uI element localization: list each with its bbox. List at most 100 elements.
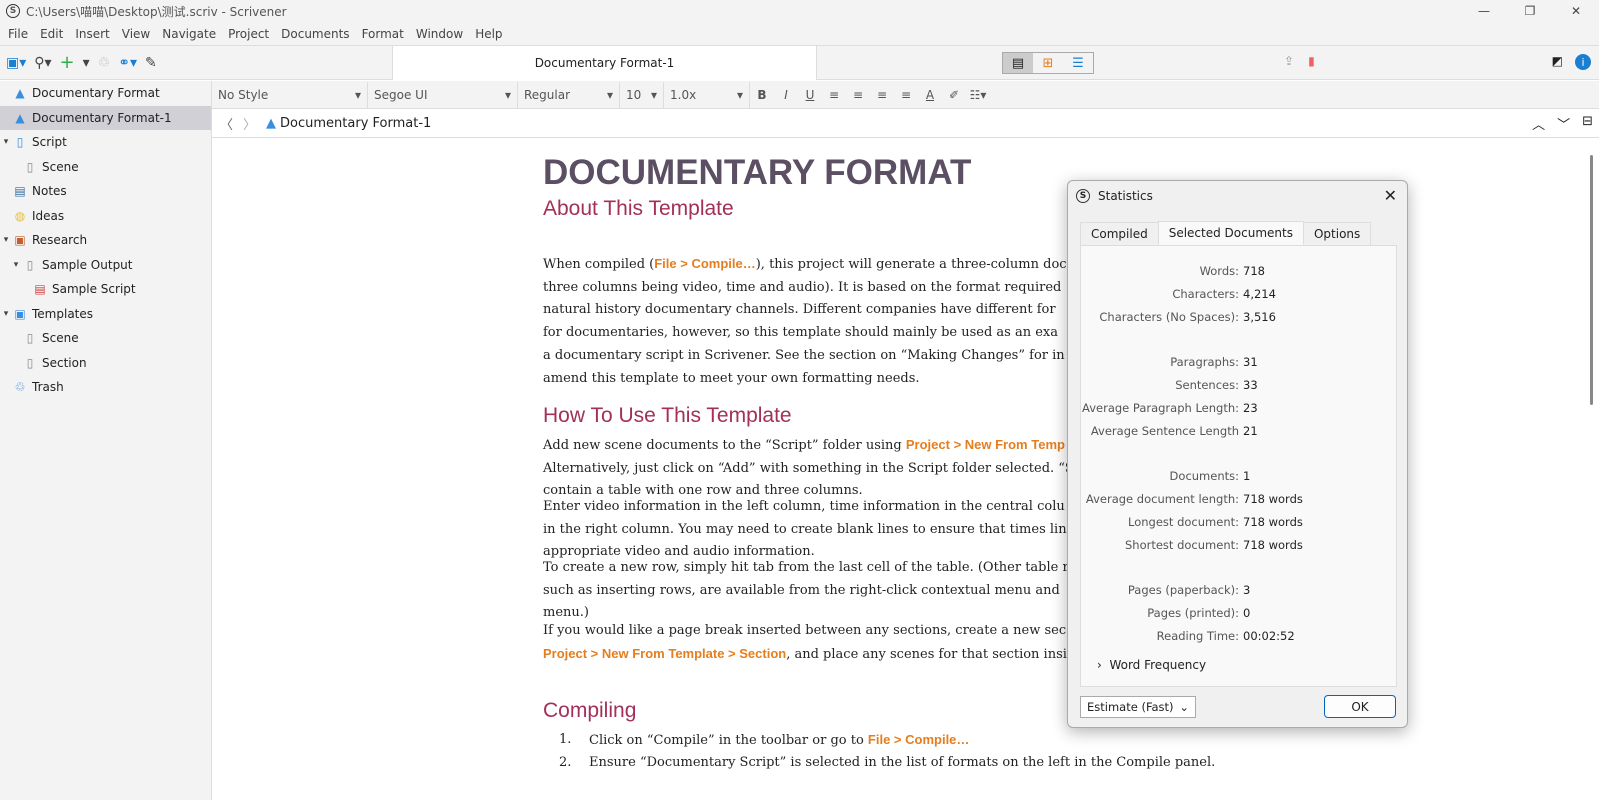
tab-selected-documents[interactable]: Selected Documents — [1157, 221, 1304, 245]
stat-label: Characters (No Spaces): — [1099, 310, 1239, 324]
disclosure-icon[interactable]: ▾ — [0, 309, 12, 319]
size-select[interactable]: 10 ▾ — [620, 81, 664, 108]
menu-help[interactable]: Help — [469, 27, 508, 41]
search-icon[interactable]: ⚲▾ — [34, 55, 51, 71]
menu-file[interactable]: File — [2, 27, 34, 41]
bold-icon[interactable]: B — [750, 88, 774, 102]
align-right-icon[interactable]: ≡ — [894, 88, 918, 102]
share-icon[interactable]: ⇪ — [1284, 54, 1294, 68]
warning-icon: ▲ — [266, 115, 277, 131]
tab-compiled[interactable]: Compiled — [1080, 222, 1159, 246]
corkboard-icon[interactable]: ⊞ — [1033, 53, 1063, 73]
align-center-icon[interactable]: ≡ — [846, 88, 870, 102]
minimize-icon[interactable]: — — [1461, 0, 1507, 22]
binder-item[interactable]: ▲ Documentary Format-1 — [0, 105, 211, 130]
binder-item[interactable]: ▯ Section — [0, 351, 211, 376]
disclosure-icon[interactable]: ▾ — [10, 260, 22, 270]
add-icon[interactable]: + — [60, 52, 75, 73]
menu-navigate[interactable]: Navigate — [156, 27, 222, 41]
bookmark-icon[interactable]: ▮ — [1308, 54, 1315, 68]
stat-value: 3,516 — [1243, 310, 1276, 324]
estimate-select[interactable]: Estimate (Fast) ⌄ — [1080, 696, 1196, 718]
menu-bar: File Edit Insert View Navigate Project Documen… — [0, 22, 1599, 46]
menu-documents[interactable]: Documents — [275, 27, 355, 41]
binder-item[interactable]: ▯ Scene — [0, 155, 211, 180]
style-select[interactable]: No Style ▾ — [212, 81, 368, 108]
binder-item[interactable]: ▾ ▯ Sample Output — [0, 253, 211, 278]
split-icon[interactable]: ⊟ — [1582, 114, 1593, 133]
binder-toggle-icon[interactable]: ▣▾ — [6, 55, 26, 71]
binder-item-label: Research — [32, 233, 88, 248]
justify-icon[interactable]: ≡ — [870, 88, 894, 102]
paragraph-5: If you would like a page break inserted … — [543, 623, 1067, 662]
tab-options[interactable]: Options — [1302, 222, 1372, 246]
chevron-up-icon[interactable]: ︿ — [1532, 114, 1545, 133]
stat-label: Words: — [1199, 264, 1239, 278]
add-dropdown-icon[interactable]: ▾ — [83, 55, 90, 71]
vertical-scrollbar[interactable] — [1585, 139, 1599, 800]
menu-edit[interactable]: Edit — [34, 27, 69, 41]
menu-insert[interactable]: Insert — [69, 27, 115, 41]
paragraph-3: Enter video information in the left colu… — [543, 499, 1067, 560]
disclosure-icon[interactable]: ▾ — [0, 235, 12, 245]
ok-button[interactable]: OK — [1324, 695, 1396, 718]
edit-icon[interactable]: ✎ — [145, 55, 157, 71]
doc-icon: ▯ — [26, 355, 34, 370]
single-view-icon[interactable]: ▤ — [1003, 53, 1033, 73]
warning-icon: ▲ — [15, 86, 25, 101]
close-window-icon[interactable]: ✕ — [1553, 0, 1599, 22]
binder-item-label: Notes — [32, 184, 67, 199]
outliner-icon[interactable]: ☰ — [1063, 53, 1093, 73]
stat-value: 4,214 — [1243, 287, 1276, 301]
composition-icon[interactable]: ◩ — [1552, 54, 1563, 70]
underline-icon[interactable]: U — [798, 88, 822, 102]
binder-item[interactable]: ♲ Trash — [0, 375, 211, 400]
binder-item[interactable]: ▤ Notes — [0, 179, 211, 204]
stat-value: 21 — [1243, 424, 1258, 438]
disclosure-icon[interactable]: ▾ — [0, 137, 12, 147]
toolbar: ▣▾ ⚲▾ + ▾ ♲ ⚭▾ ✎ Documentary Format-1 ▤ ⊞… — [0, 46, 1599, 80]
menu-format[interactable]: Format — [356, 27, 410, 41]
trash-icon[interactable]: ♲ — [98, 55, 111, 71]
back-icon[interactable]: 〈 — [220, 114, 233, 133]
binder-item[interactable]: ▲ Documentary Format — [0, 81, 211, 106]
attachment-icon[interactable]: ⚭▾ — [118, 55, 137, 71]
stat-row: Characters: 4,214 — [1081, 287, 1398, 301]
binder-item[interactable]: ▾ ▣ Templates — [0, 302, 211, 327]
stat-value: 1 — [1243, 469, 1251, 483]
stat-value: 33 — [1243, 378, 1258, 392]
chevron-down-icon: ▾ — [504, 87, 511, 102]
forward-icon[interactable]: 〉 — [243, 114, 256, 133]
binder-item-label: Documentary Format — [32, 86, 160, 101]
italic-icon[interactable]: I — [774, 88, 798, 102]
word-frequency-toggle[interactable]: › Word Frequency — [1097, 658, 1206, 672]
chevron-down-icon[interactable]: ﹀ — [1557, 114, 1570, 133]
menu-window[interactable]: Window — [410, 27, 469, 41]
stat-row: Characters (No Spaces): 3,516 — [1081, 310, 1398, 324]
align-left-icon[interactable]: ≡ — [822, 88, 846, 102]
scrivener-logo: S — [1076, 189, 1090, 203]
maximize-icon[interactable]: ❐ — [1507, 0, 1553, 22]
section-heading: How To Use This Template — [543, 404, 792, 427]
stat-value: 00:02:52 — [1243, 629, 1295, 643]
menu-view[interactable]: View — [116, 27, 156, 41]
stat-row: Words: 718 — [1081, 264, 1398, 278]
weight-select[interactable]: Regular ▾ — [518, 81, 620, 108]
info-icon[interactable]: i — [1575, 54, 1591, 70]
binder-item[interactable]: ▤ Sample Script — [0, 277, 211, 302]
binder-item[interactable]: ▯ Scene — [0, 326, 211, 351]
text-color-icon[interactable]: A — [918, 88, 942, 102]
font-select[interactable]: Segoe UI ▾ — [368, 81, 518, 108]
chevron-down-icon: ▾ — [650, 87, 657, 102]
binder-item[interactable]: ▾ ▣ Research — [0, 228, 211, 253]
spacing-select[interactable]: 1.0x ▾ — [664, 81, 750, 108]
document-tab[interactable]: Documentary Format-1 — [392, 46, 817, 80]
highlight-icon[interactable]: ✐ — [942, 88, 966, 102]
list-icon[interactable]: ☷▾ — [966, 88, 990, 102]
stat-label: Sentences: — [1175, 378, 1239, 392]
binder-item[interactable]: ◍ Ideas — [0, 204, 211, 229]
header-title: Documentary Format-1 — [280, 115, 432, 131]
menu-project[interactable]: Project — [222, 27, 275, 41]
binder-item[interactable]: ▾ ▯ Script — [0, 130, 211, 155]
close-icon[interactable]: ✕ — [1384, 186, 1397, 205]
